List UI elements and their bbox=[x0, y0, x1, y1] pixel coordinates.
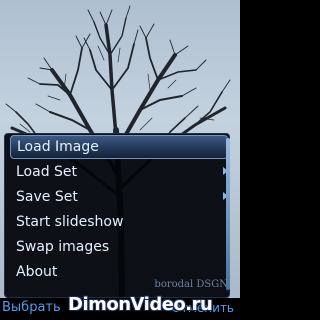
scrollbar-thumb[interactable] bbox=[226, 138, 230, 290]
designer-credit: borodal DSGN bbox=[154, 279, 228, 290]
phone-screen: Load Image Load Set Save Set Start slide… bbox=[0, 0, 240, 320]
menu-item-swap-images[interactable]: Swap images bbox=[10, 235, 228, 259]
menu-item-start-slideshow[interactable]: Start slideshow bbox=[10, 210, 228, 234]
menu-item-load-image[interactable]: Load Image bbox=[10, 135, 228, 159]
menu-item-save-set[interactable]: Save Set bbox=[10, 185, 228, 209]
site-watermark: DimonVideo.ru bbox=[68, 294, 213, 315]
menu-item-label: Save Set bbox=[16, 189, 78, 205]
options-menu-panel: Load Image Load Set Save Set Start slide… bbox=[4, 133, 230, 298]
menu-scrollbar[interactable] bbox=[226, 138, 230, 292]
menu-item-label: About bbox=[16, 264, 58, 280]
menu-item-label: Load Image bbox=[17, 139, 99, 155]
select-softkey[interactable]: Выбрать bbox=[2, 300, 61, 315]
menu-item-load-set[interactable]: Load Set bbox=[10, 160, 228, 184]
menu-item-label: Load Set bbox=[16, 164, 78, 180]
menu-item-label: Start slideshow bbox=[16, 214, 124, 230]
menu-item-label: Swap images bbox=[16, 239, 110, 255]
